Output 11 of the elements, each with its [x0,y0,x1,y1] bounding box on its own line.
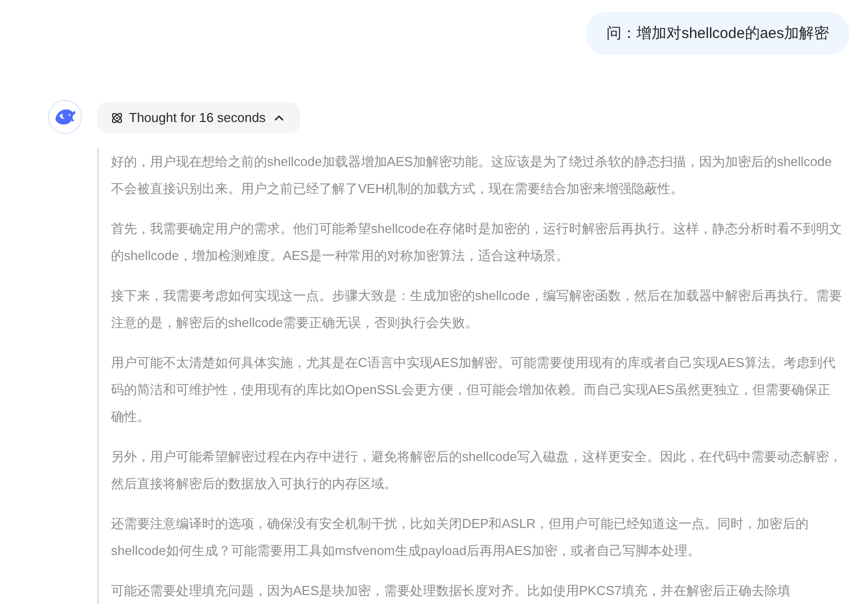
user-message: 问：增加对shellcode的aes加解密 [586,12,849,55]
thinking-paragraph: 好的，用户现在想给之前的shellcode加载器增加AES加解密功能。这应该是为了绕过杀软的静态扫描，因为加密后的shellcode不会被直接识别出来。用户之前已经了解了VEH机制的加载方式，现在需要结合加密来增强隐蔽性。 [111,153,833,198]
thinking-paragraph: 可能还需要处理填充问题，因为AES是块加密，需要处理数据长度对齐。比如使用PKCS7填充，并在解密后正确去除填 [111,582,792,600]
whale-icon [54,108,76,126]
atom-icon [111,112,123,124]
thinking-paragraph: 接下来，我需要考虑如何实现这一点。步骤大致是：生成加密的shellcode，编写解密函数，然后在加载器中解密后再执行。需要注意的是，解密后的shellcode需要正确无误，否则执行会失败。 [111,287,843,332]
thinking-paragraph: 用户可能不太清楚如何具体实施，尤其是在C语言中实现AES加解密。可能需要使用现有的库或者自己实现AES算法。考虑到代码的简洁和可维护性，使用现有的库比如OpenSSL会更方便，但可能会增加依赖。而自己实现AES虽然更独立，但需要确保正确性。 [111,354,836,426]
thinking-paragraph: 首先，我需要确定用户的需求。他们可能希望shellcode在存储时是加密的，运行时解密后再执行。这样，静态分析时看不到明文的shellcode，增加检测难度。AES是一种常用的对称加密算法，适合这种场景。 [111,220,843,265]
thought-toggle-button[interactable]: Thought for 16 seconds [97,102,300,133]
thinking-paragraph: 另外，用户可能希望解密过程在内存中进行，避免将解密后的shellcode写入磁盘，这样更安全。因此，在代码中需要动态解密，然后直接将解密后的数据放入可执行的内存区域。 [111,448,843,493]
thinking-paragraph: 还需要注意编译时的选项，确保没有安全机制干扰，比如关闭DEP和ASLR，但用户可能已经知道这一点。同时，加密后的shellcode如何生成？可能需要用工具如msfvenom生成payload后再用AES加密，或者自己写脚本处理。 [111,515,810,560]
